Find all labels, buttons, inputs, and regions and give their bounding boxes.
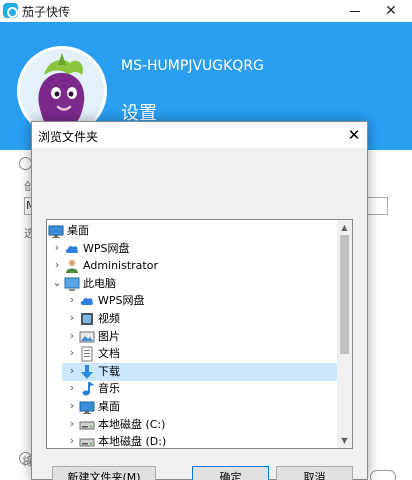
scroll-thumb[interactable] <box>340 235 349 354</box>
tree-item[interactable]: › 下载 <box>62 362 337 381</box>
chevron-right-icon[interactable]: › <box>67 417 77 430</box>
chevron-down-icon[interactable]: ⌄ <box>52 276 62 289</box>
tree-item-label: 文档 <box>98 347 120 361</box>
cancel-button[interactable]: 取消 <box>276 466 353 480</box>
tree-item-label: WPS网盘 <box>83 241 130 255</box>
chevron-right-icon[interactable]: › <box>67 382 77 394</box>
chevron-right-icon[interactable]: › <box>67 400 77 412</box>
cloud-icon <box>79 293 95 309</box>
tree-item-label: 图片 <box>98 329 120 343</box>
tree-item-label: 桌面 <box>67 224 89 237</box>
tree-item[interactable]: 桌面 <box>47 222 337 240</box>
tree-item[interactable]: › 音乐 <box>62 380 337 398</box>
chevron-right-icon[interactable]: › <box>52 241 62 254</box>
chevron-right-icon[interactable]: › <box>67 435 77 447</box>
dialog-titlebar: 浏览文件夹 ✕ <box>32 122 367 148</box>
tree-item-label: WPS网盘 <box>98 294 145 308</box>
tree-item-label: 此电脑 <box>83 276 116 290</box>
tree-item[interactable]: › 图片 <box>62 328 337 346</box>
drive-icon <box>79 417 95 433</box>
tree-item[interactable]: › 本地磁盘 (D:) <box>62 433 337 449</box>
chevron-right-icon[interactable]: › <box>52 259 62 271</box>
video-icon <box>79 311 95 327</box>
tree-item[interactable]: › 文档 <box>62 345 337 363</box>
computer-icon <box>64 276 80 292</box>
chevron-right-icon[interactable]: › <box>67 312 77 324</box>
tree-item-label: 本地磁盘 (C:) <box>98 417 166 431</box>
tree-item[interactable]: › 本地磁盘 (C:) <box>62 416 337 434</box>
tree-item-label: 本地磁盘 (D:) <box>98 435 167 449</box>
settings-toggle[interactable] <box>370 470 396 480</box>
user-icon <box>64 258 80 274</box>
dialog-close-button[interactable]: ✕ <box>342 124 366 146</box>
music-icon <box>79 381 95 397</box>
browse-folder-dialog: 浏览文件夹 ✕ 桌面 › WPS网盘 › Administrator ⌄ 此电脑 › WPS网盘… <box>31 121 368 480</box>
minimize-button[interactable] <box>340 0 370 22</box>
app-titlebar: 茄子快传 ✕ <box>0 0 412 22</box>
dialog-title: 浏览文件夹 <box>38 130 99 144</box>
download-icon <box>79 364 95 380</box>
cloud-icon <box>64 241 80 257</box>
folder-tree[interactable]: 桌面 › WPS网盘 › Administrator ⌄ 此电脑 › WPS网盘 › 视频 › 图片 › 文… <box>46 219 353 449</box>
tree-item-label: Administrator <box>83 259 158 273</box>
tree-item-label: 音乐 <box>98 382 120 396</box>
app-title: 茄子快传 <box>22 5 71 19</box>
tree-item-label: 下载 <box>98 364 120 378</box>
documents-icon <box>79 346 95 362</box>
desktop-icon <box>79 399 95 415</box>
tree-item-label: 视频 <box>98 312 120 325</box>
tree-item[interactable]: › WPS网盘 <box>47 240 337 258</box>
app-close-button[interactable]: ✕ <box>376 0 406 22</box>
chevron-right-icon[interactable]: › <box>67 329 77 342</box>
pictures-icon <box>79 329 95 345</box>
tree-item[interactable]: › Administrator <box>47 257 337 275</box>
tree-item-label: 桌面 <box>98 400 120 413</box>
tree-scrollbar[interactable]: ▲ ▼ <box>337 220 352 448</box>
ok-button[interactable]: 确定 <box>192 466 269 480</box>
tree-item[interactable]: › WPS网盘 <box>62 292 337 310</box>
scroll-down-button[interactable]: ▼ <box>337 433 352 448</box>
drive-icon <box>79 434 95 448</box>
desktop-icon <box>48 223 64 239</box>
browse-field[interactable] <box>367 197 388 215</box>
chevron-right-icon[interactable]: › <box>67 294 77 306</box>
chevron-right-icon[interactable]: › <box>67 364 77 377</box>
tree-item[interactable]: › 视频 <box>62 310 337 328</box>
new-folder-button[interactable]: 新建文件夹(M) <box>52 466 156 480</box>
tree-item[interactable]: › 桌面 <box>62 398 337 416</box>
scroll-up-button[interactable]: ▲ <box>337 220 352 235</box>
tree-item[interactable]: ⌄ 此电脑 <box>47 275 337 293</box>
chevron-right-icon[interactable]: › <box>67 347 77 359</box>
device-name: MS-HUMPJVUGKQRG <box>121 58 264 74</box>
app-logo-icon <box>3 3 18 18</box>
